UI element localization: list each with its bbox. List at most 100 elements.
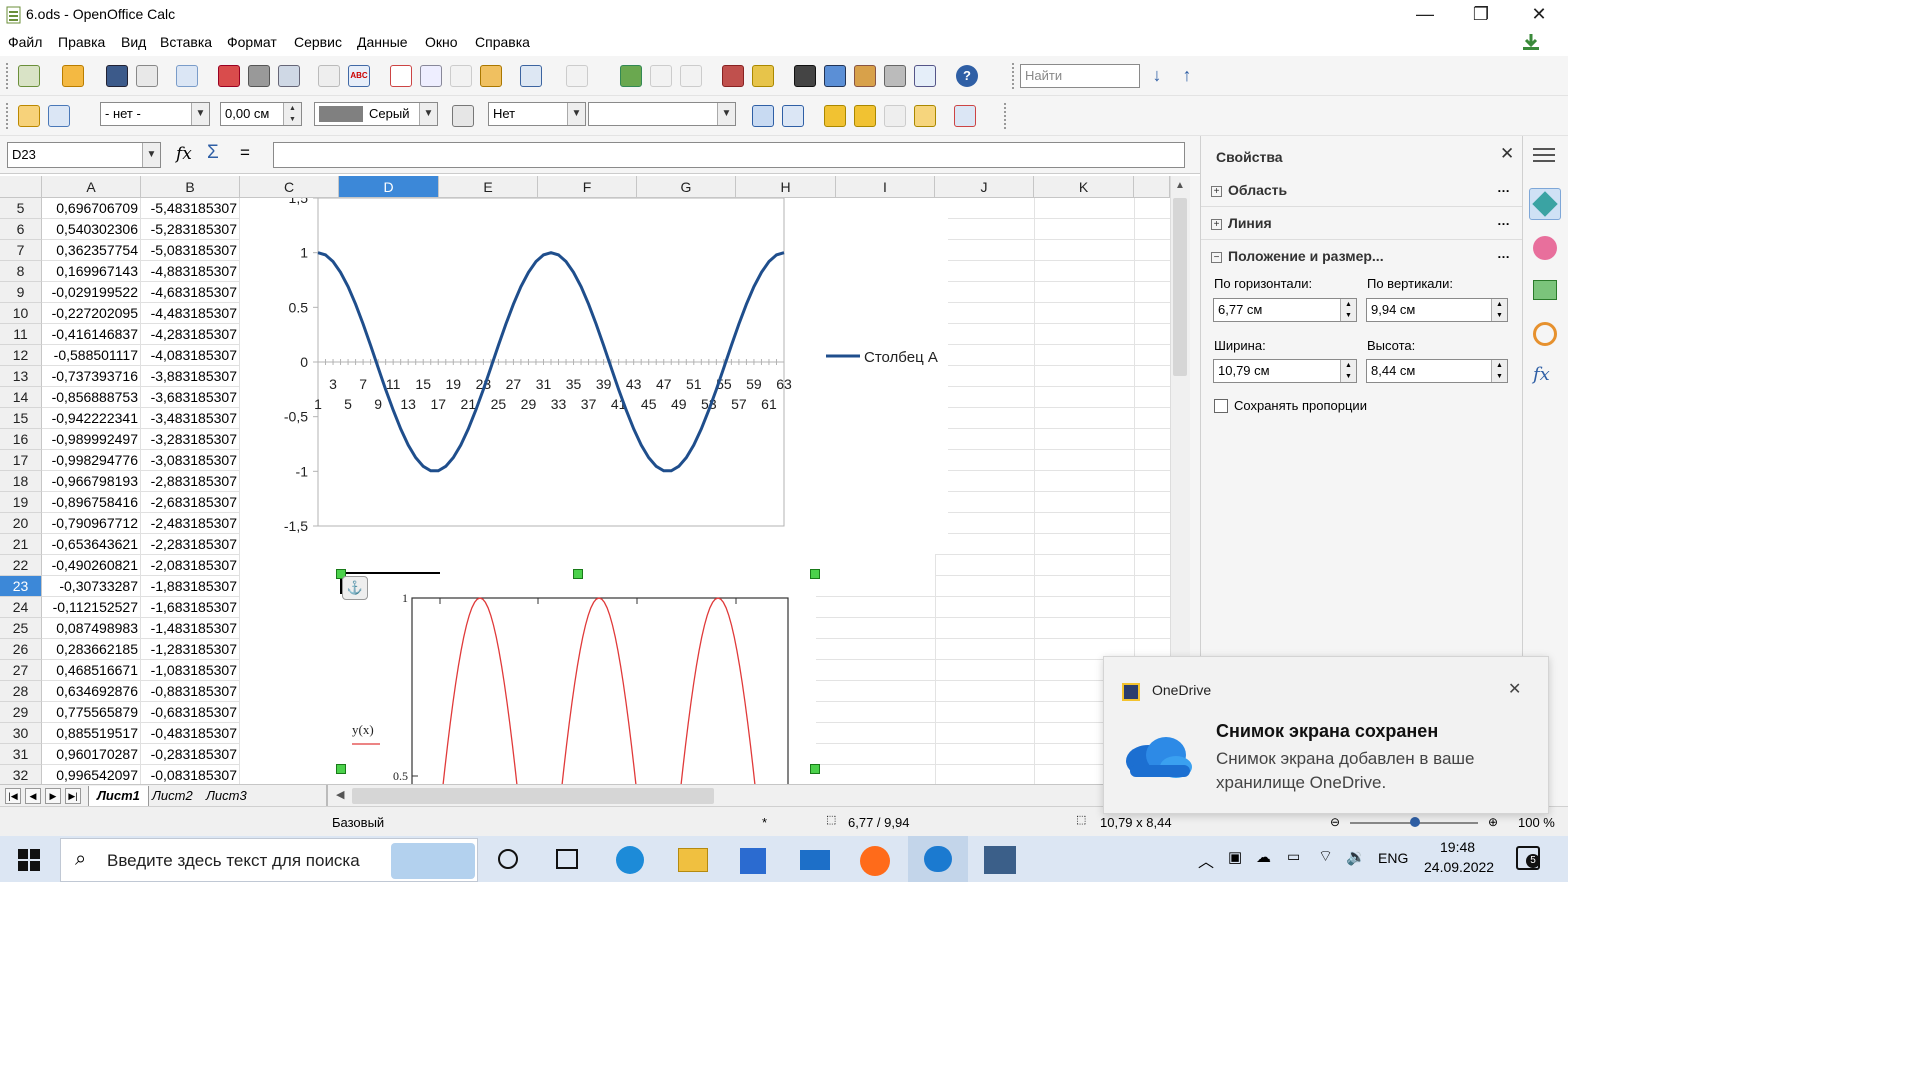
file-explorer-icon[interactable] [678,848,708,872]
cell-b[interactable]: -3,683185307 [141,387,240,408]
cell-a[interactable]: -0,737393716 [42,366,141,387]
firefox-icon[interactable] [860,846,890,876]
selection-handle[interactable] [573,569,583,579]
column-header-e[interactable]: E [439,176,538,198]
scroll-thumb[interactable] [1173,198,1187,376]
menu-file[interactable]: Файл [8,34,42,50]
height-input[interactable]: 8,44 см ▲ ▼ [1366,359,1508,383]
row-header[interactable]: 28 [0,681,42,702]
cell-a[interactable]: 0,468516671 [42,660,141,681]
last-sheet-icon[interactable]: ▶| [65,788,81,804]
cell-b[interactable]: -4,283185307 [141,324,240,345]
selection-handle[interactable] [336,764,346,774]
onedrive-notification[interactable]: OneDrive ✕ Снимок экрана сохранен Снимок… [1103,656,1549,814]
cell-b[interactable]: -2,883185307 [141,471,240,492]
cell-b[interactable]: -5,283185307 [141,219,240,240]
row-header[interactable]: 5 [0,198,42,219]
horizontal-scroll-thumb[interactable] [352,788,714,804]
open-icon[interactable] [62,65,84,87]
expand-icon[interactable]: + [1211,219,1222,230]
toolbar-grip[interactable] [1012,63,1016,89]
spreadsheet-grid[interactable]: A B C D E F G H I J K 5 0,696706709 -5,483… [0,176,1170,784]
scroll-up-icon[interactable]: ▲ [1175,180,1185,191]
row-header[interactable]: 21 [0,534,42,555]
clock-date[interactable]: 24.09.2022 [1424,859,1494,875]
input-language[interactable]: ENG [1378,850,1408,866]
first-sheet-icon[interactable]: |◀ [5,788,21,804]
edge-icon[interactable] [616,846,644,874]
cell-a[interactable]: 0,775565879 [42,702,141,723]
cell-a[interactable]: 0,696706709 [42,198,141,219]
mathcad-icon[interactable] [984,846,1016,874]
cell-a[interactable]: -0,490260821 [42,555,141,576]
navigator-icon[interactable] [824,65,846,87]
spin-arrows-icon[interactable]: ▲ ▼ [1491,360,1507,382]
restore-button[interactable]: ❐ [1452,0,1510,30]
cell-a[interactable]: -0,998294776 [42,450,141,471]
cell-b[interactable]: -5,083185307 [141,240,240,261]
name-box[interactable]: D23 ▼ [7,142,161,168]
zoom-slider-thumb[interactable] [1410,817,1420,827]
spin-arrows-icon[interactable]: ▲ ▼ [1491,299,1507,321]
help-icon[interactable]: ? [956,65,978,87]
vertical-position-input[interactable]: 9,94 см ▲ ▼ [1366,298,1508,322]
horizontal-position-input[interactable]: 6,77 см ▲ ▼ [1213,298,1357,322]
collapse-icon[interactable]: − [1211,252,1222,263]
row-header[interactable]: 18 [0,471,42,492]
export-pdf-icon[interactable] [218,65,240,87]
sidebar-close-icon[interactable]: ✕ [1500,144,1514,164]
column-header-d[interactable]: D [339,176,439,198]
row-header[interactable]: 9 [0,282,42,303]
cell-b[interactable]: -1,483185307 [141,618,240,639]
taskbar-search[interactable]: ⌕ Введите здесь текст для поиска [60,838,478,882]
section-more-icon[interactable]: … [1497,180,1510,195]
find-replace-icon[interactable] [794,65,816,87]
section-area[interactable]: + Область [1211,182,1287,198]
cell-a[interactable]: 0,996542097 [42,765,141,784]
next-sheet-icon[interactable]: ▶ [45,788,61,804]
zoom-out-icon[interactable]: ⊖ [1330,815,1340,829]
cell-a[interactable]: -0,966798193 [42,471,141,492]
section-line[interactable]: + Линия [1211,215,1272,231]
chevron-down-icon[interactable]: ▼ [142,143,160,167]
copy-icon[interactable] [420,65,442,87]
sort-desc-icon[interactable] [680,65,702,87]
data-sources-icon[interactable] [884,65,906,87]
row-header[interactable]: 31 [0,744,42,765]
row-header[interactable]: 11 [0,324,42,345]
functions-icon[interactable]: fx [1533,364,1550,385]
cell-b[interactable]: -4,083185307 [141,345,240,366]
chevron-down-icon[interactable]: ▼ [191,103,209,125]
row-header[interactable]: 17 [0,450,42,471]
paste-icon[interactable] [450,65,472,87]
selection-handle[interactable] [810,569,820,579]
toolbar-grip[interactable] [6,103,10,129]
edit-mode-icon[interactable] [176,65,198,87]
to-foreground-icon[interactable] [884,105,906,127]
cell-b[interactable]: -1,083185307 [141,660,240,681]
menu-insert[interactable]: Вставка [160,34,212,50]
email-icon[interactable] [136,65,158,87]
cell-a[interactable]: 0,885519517 [42,723,141,744]
cell-a[interactable]: 0,362357754 [42,240,141,261]
menu-data[interactable]: Данные [357,34,408,50]
menu-edit[interactable]: Правка [58,34,105,50]
cell-b[interactable]: -3,483185307 [141,408,240,429]
insert-chart-icon[interactable] [722,65,744,87]
row-header[interactable]: 7 [0,240,42,261]
scroll-left-icon[interactable]: ◀ [336,788,344,801]
column-header-k[interactable]: K [1034,176,1134,198]
cell-a[interactable]: 0,283662185 [42,639,141,660]
chevron-down-icon[interactable]: ▼ [419,103,437,125]
cell-b[interactable]: -0,683185307 [141,702,240,723]
keep-ratio-checkbox[interactable] [1214,399,1228,413]
cell-b[interactable]: -0,883185307 [141,681,240,702]
sidebar-menu-icon[interactable] [1533,148,1555,150]
cell-b[interactable]: -4,683185307 [141,282,240,303]
row-header[interactable]: 27 [0,660,42,681]
cell-b[interactable]: -0,483185307 [141,723,240,744]
selection-handle[interactable] [810,764,820,774]
sort-asc-icon[interactable] [650,65,672,87]
windows-start-icon[interactable] [18,849,40,871]
gallery-icon[interactable] [1533,280,1557,300]
